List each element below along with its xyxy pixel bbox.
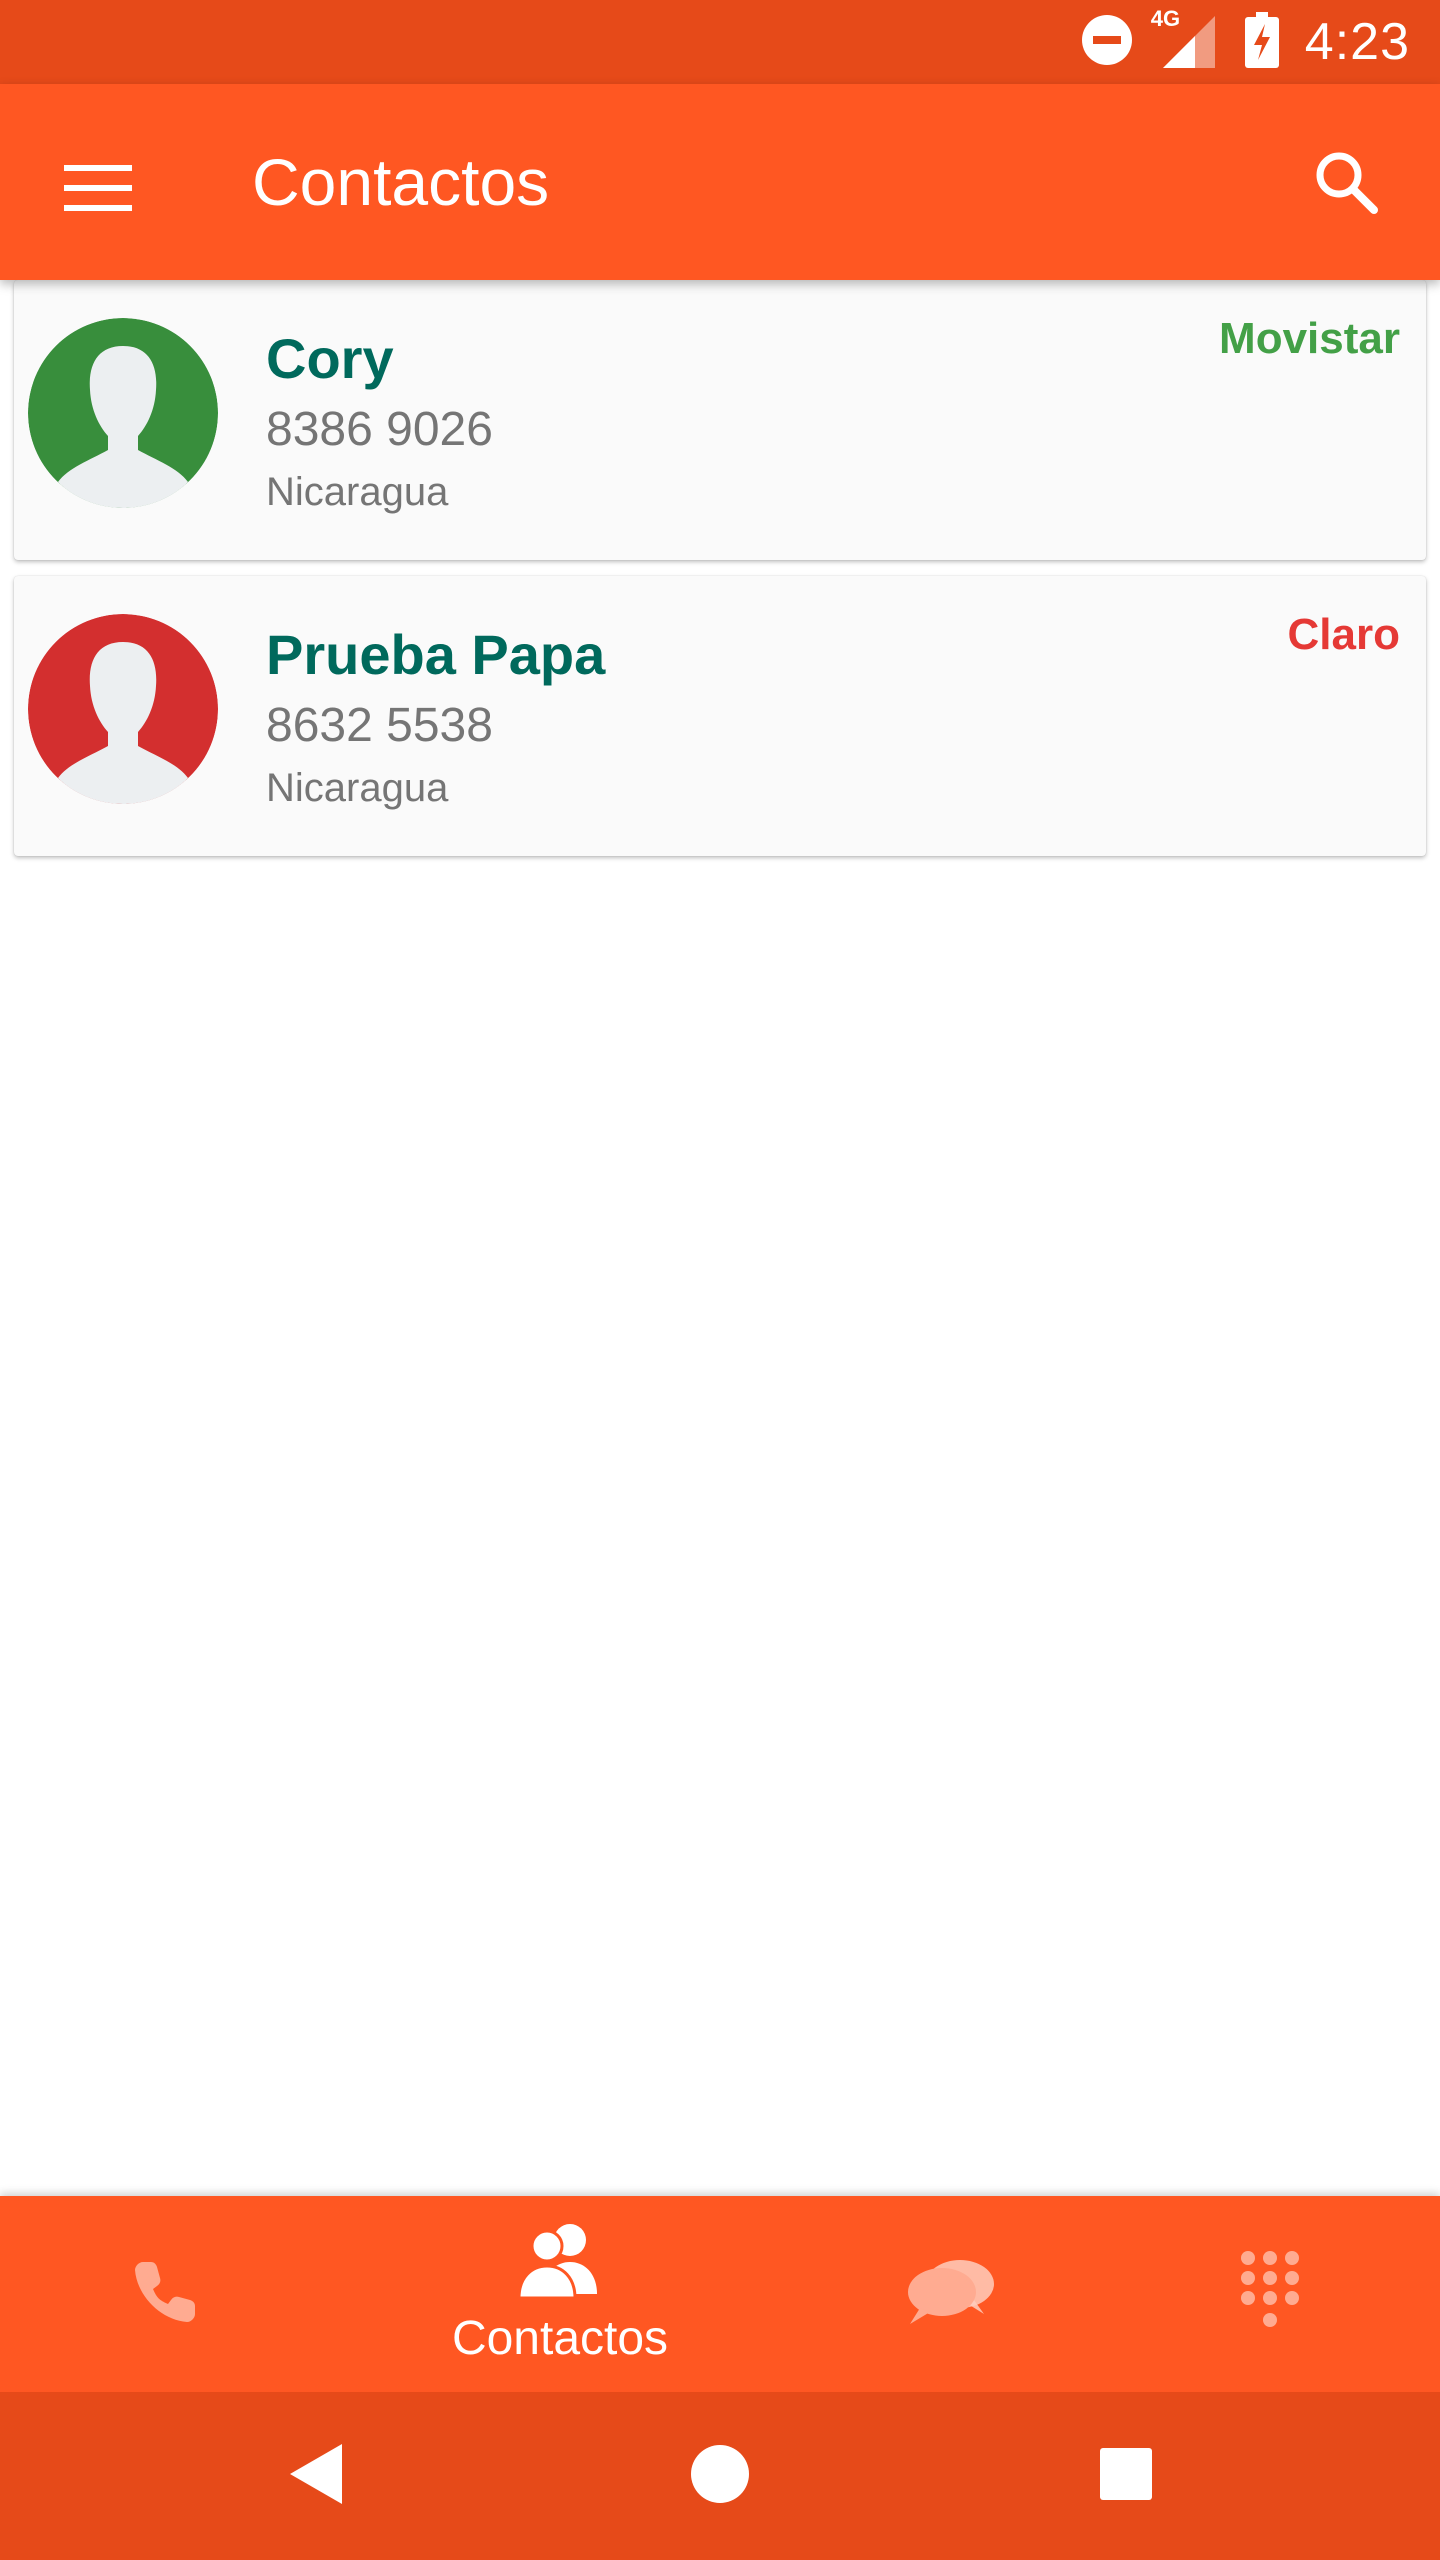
contact-name: Cory: [266, 327, 394, 390]
avatar: [28, 614, 218, 804]
contacts-icon: [515, 2222, 605, 2305]
contact-country: Nicaragua: [266, 766, 449, 810]
search-button[interactable]: [1296, 134, 1396, 234]
contact-card[interactable]: Cory 8386 9026 Nicaragua Movistar: [14, 280, 1426, 560]
network-type-label: 4G: [1150, 6, 1181, 31]
search-icon: [1314, 150, 1378, 219]
menu-button[interactable]: [50, 142, 146, 238]
nav-item-messages[interactable]: [830, 2196, 1070, 2392]
battery-charging-icon: [1244, 11, 1279, 73]
contact-phone: 8632 5538: [266, 699, 493, 752]
home-button[interactable]: [680, 2436, 760, 2516]
do-not-disturb-icon: [1081, 14, 1133, 71]
avatar: [28, 318, 218, 508]
signal-4g-icon: 4G: [1151, 6, 1219, 72]
carrier-label: Claro: [1287, 610, 1400, 659]
contact-country: Nicaragua: [266, 470, 449, 514]
nav-label: Contactos: [451, 2312, 669, 2365]
contact-card[interactable]: Prueba Papa 8632 5538 Nicaragua Claro: [14, 576, 1426, 856]
contact-name: Prueba Papa: [266, 623, 606, 686]
status-time: 4:23: [1304, 13, 1410, 71]
status-bar: 4G 4:23: [0, 0, 1440, 84]
chat-icon: [904, 2256, 996, 2333]
back-icon: [286, 2442, 346, 2511]
recents-icon: [1098, 2446, 1154, 2507]
contact-phone: 8386 9026: [266, 403, 493, 456]
back-button[interactable]: [276, 2436, 356, 2516]
nav-item-calls[interactable]: [40, 2196, 290, 2392]
nav-item-contacts[interactable]: Contactos: [420, 2196, 700, 2392]
dialpad-icon: [1238, 2248, 1302, 2341]
app-bar: Contactos: [0, 84, 1440, 280]
carrier-label: Movistar: [1219, 314, 1400, 363]
nav-item-dialpad[interactable]: [1150, 2196, 1390, 2392]
hamburger-menu-icon: [64, 163, 132, 218]
person-silhouette-icon: [28, 614, 218, 804]
phone-icon: [129, 2256, 201, 2333]
person-silhouette-icon: [28, 318, 218, 508]
system-navigation-bar: [0, 2392, 1440, 2560]
bottom-navigation: Contactos: [0, 2196, 1440, 2392]
recents-button[interactable]: [1086, 2436, 1166, 2516]
home-icon: [690, 2444, 750, 2509]
status-icons: 4G 4:23: [1081, 0, 1410, 84]
page-title: Contactos: [252, 145, 550, 219]
